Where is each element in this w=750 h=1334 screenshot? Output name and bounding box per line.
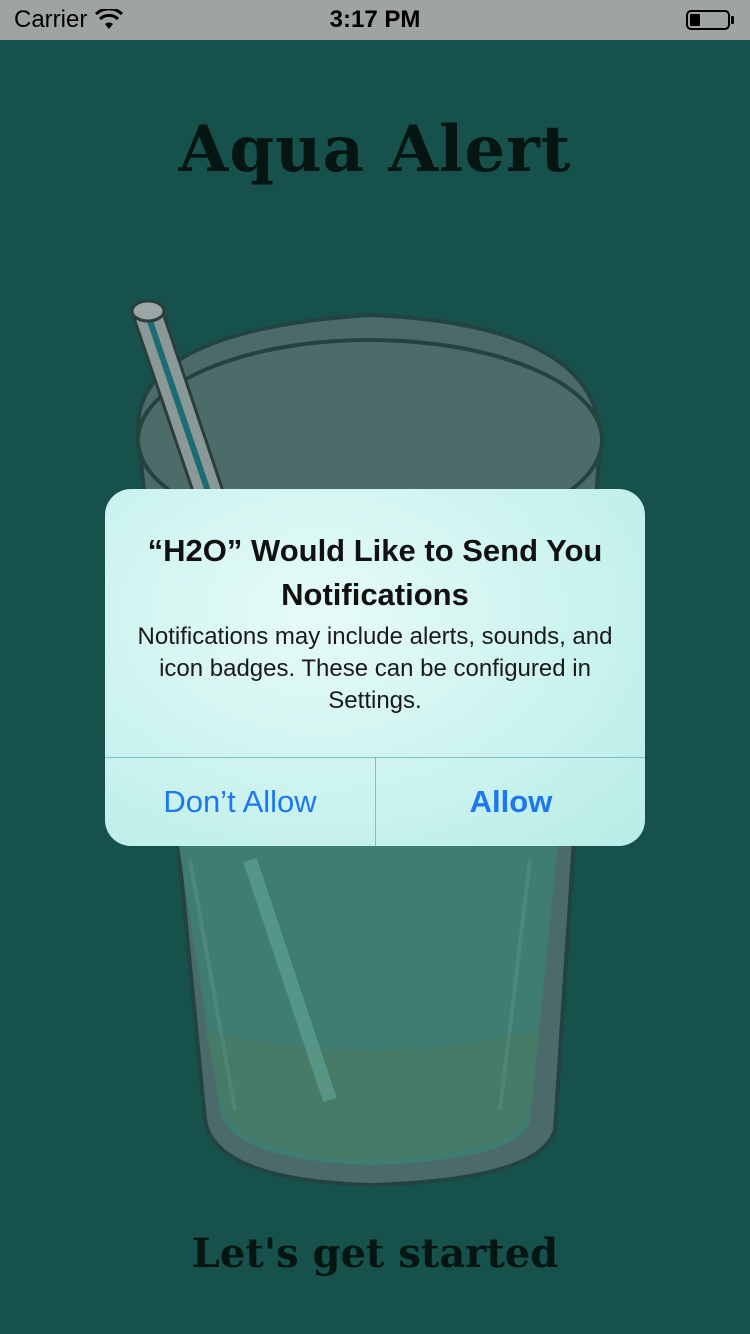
app-title: Aqua Alert bbox=[178, 112, 572, 187]
alert-message: Notifications may include alerts, sounds… bbox=[137, 623, 613, 714]
dont-allow-button[interactable]: Don’t Allow bbox=[105, 758, 375, 846]
get-started-label[interactable]: Let's get started bbox=[0, 1230, 750, 1277]
allow-button[interactable]: Allow bbox=[376, 758, 645, 846]
notification-permission-alert: “H2O” Would Like to Send You Notificatio… bbox=[105, 489, 645, 846]
alert-title: “H2O” Would Like to Send You Notificatio… bbox=[147, 533, 603, 612]
